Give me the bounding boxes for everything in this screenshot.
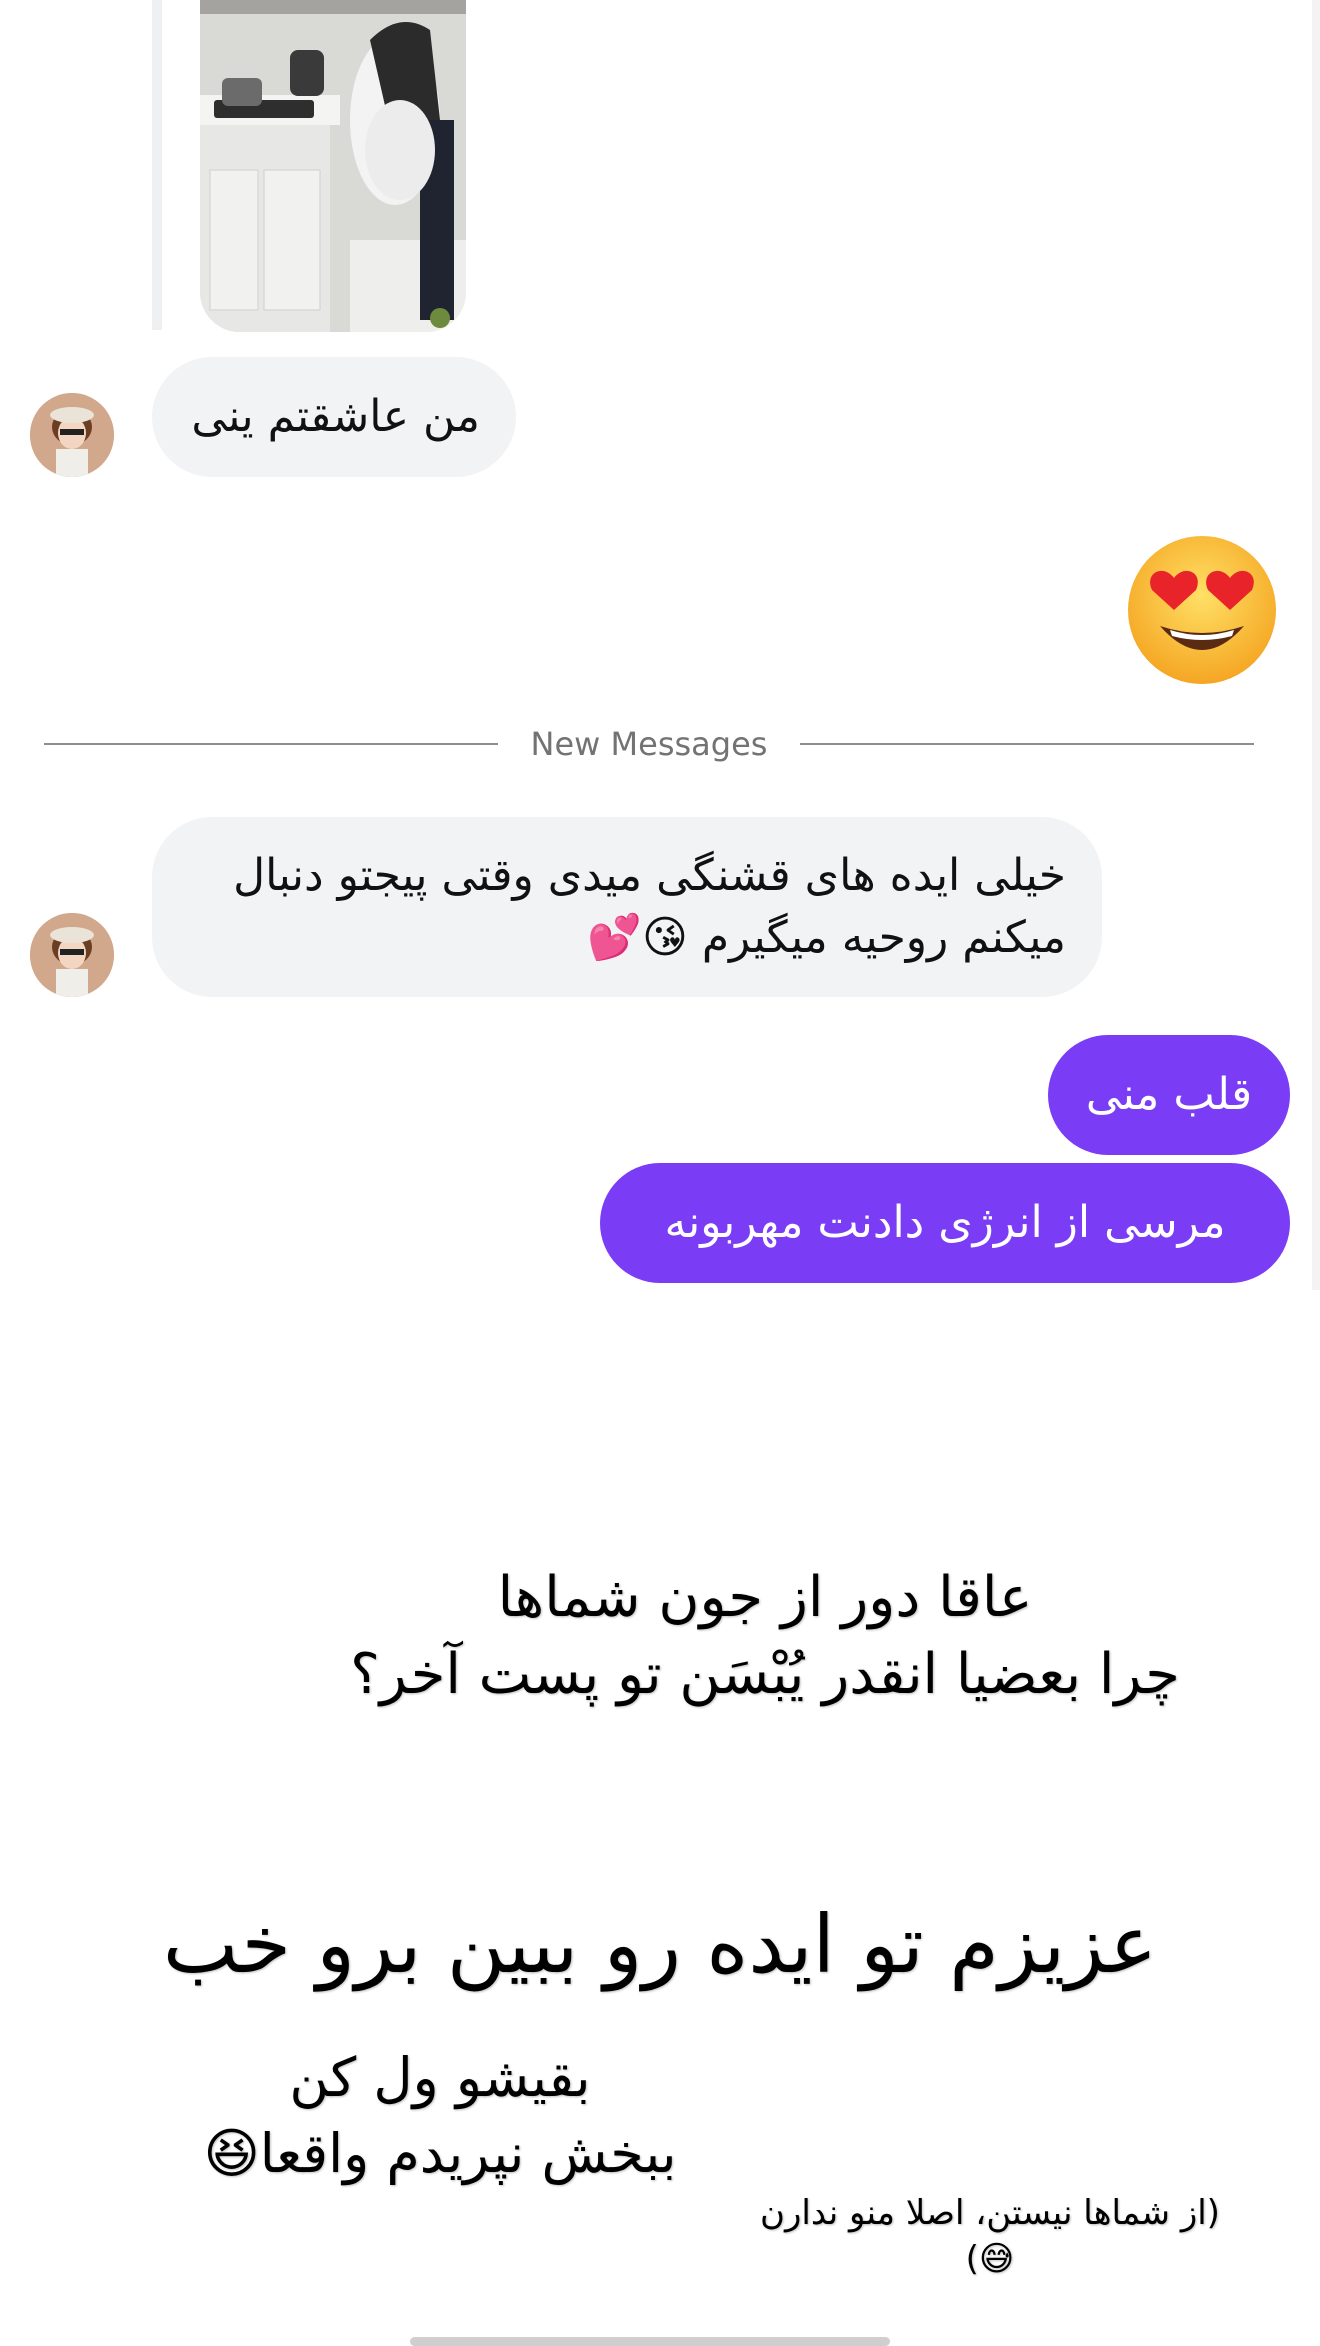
caption-line-2: چرا بعضیا انقدر یُبْسَن تو پست آخر؟ (350, 1642, 1180, 1707)
caption-headline: عزیزم تو ایده رو ببین برو خب (162, 1898, 1158, 1991)
message-bubble-outgoing[interactable]: قلب منی (1048, 1035, 1290, 1155)
caption-note: (از شماها نیستن، اصلا منو ندارن 😅) (760, 2193, 1220, 2279)
divider-line-left (44, 743, 498, 745)
message-bubble-outgoing[interactable]: مرسی از انرژی دادنت مهربونه من (600, 1163, 1290, 1310)
scrollbar[interactable] (1312, 0, 1320, 1290)
home-indicator (410, 2337, 890, 2346)
shared-post-image[interactable] (200, 0, 466, 332)
message-text: مرسی از انرژی دادنت مهربونه من (664, 1197, 1226, 1310)
sender-avatar[interactable] (30, 913, 114, 997)
reply-thread-line (152, 0, 162, 330)
caption-sub-2: ببخش نپریدم واقعا😆 (203, 2122, 677, 2185)
new-messages-divider: New Messages (530, 725, 768, 763)
message-text: من عاشقتم ینی (191, 391, 480, 442)
divider-line-right (800, 743, 1254, 745)
sender-avatar[interactable] (30, 393, 114, 477)
message-text: قلب منی (1085, 1069, 1253, 1120)
caption-sub-1: بقیشو ول کن (289, 2046, 591, 2109)
message-bubble-incoming[interactable]: من عاشقتم ینی (152, 357, 516, 477)
message-text: خیلی ایده های قشنگی میدی وقتی پیجتو دنبا… (233, 850, 1066, 963)
message-bubble-incoming[interactable]: خیلی ایده های قشنگی میدی وقتی پیجتو دنبا… (152, 817, 1102, 997)
caption-line-1: عاقا دور از جون شماها (497, 1565, 1033, 1630)
heart-eyes-emoji-icon[interactable] (1126, 534, 1278, 686)
